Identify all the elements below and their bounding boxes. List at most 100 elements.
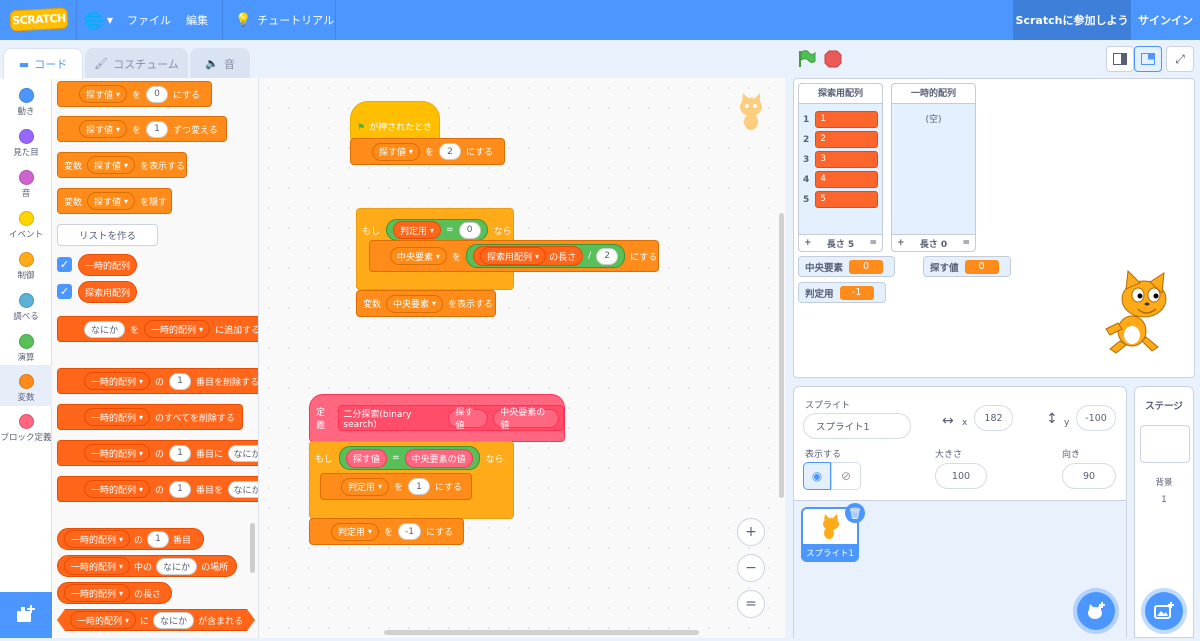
- zoom-in-button[interactable]: +: [737, 518, 765, 546]
- stop-button[interactable]: [824, 50, 842, 68]
- value-input[interactable]: 1: [169, 480, 192, 498]
- join-scratch-button[interactable]: Scratchに参加しよう: [1013, 0, 1131, 40]
- delete-all-block[interactable]: 一時的配列のすべてを削除する: [57, 404, 243, 430]
- tab-costumes[interactable]: 🖌 コスチューム: [85, 48, 188, 78]
- variable-dropdown[interactable]: 探す値: [87, 192, 136, 210]
- list-cell[interactable]: 5: [815, 191, 879, 208]
- value-input[interactable]: 2: [439, 143, 462, 160]
- item-of-list-reporter[interactable]: 一時的配列の1番目: [57, 528, 204, 550]
- category-sound[interactable]: 音: [0, 164, 52, 204]
- value-input[interactable]: なにか: [156, 557, 198, 575]
- value-input[interactable]: なにか: [228, 444, 258, 462]
- list-dropdown[interactable]: 一時的配列: [84, 444, 151, 462]
- value-input[interactable]: 1: [147, 530, 170, 548]
- tab-sounds[interactable]: 🔈 音: [190, 48, 250, 78]
- list-cell[interactable]: 1: [815, 111, 879, 128]
- tutorials-menu[interactable]: 💡 チュートリアル: [235, 0, 334, 40]
- variable-dropdown[interactable]: 探す値: [79, 120, 128, 138]
- list-dropdown[interactable]: 探索用配列: [480, 247, 547, 265]
- define-block[interactable]: 定義 二分探索(binary search) 探す値 中央要素の値: [309, 394, 565, 442]
- category-sensing[interactable]: 調べる: [0, 287, 52, 327]
- value-input[interactable]: 1: [169, 372, 192, 390]
- list-dropdown[interactable]: 一時的配列: [84, 408, 151, 426]
- list-cell[interactable]: 4: [815, 171, 879, 188]
- variable-reporter[interactable]: 判定用: [393, 221, 442, 239]
- list-checkbox[interactable]: ✓: [57, 284, 72, 299]
- variable-dropdown[interactable]: 中央要素: [386, 294, 444, 313]
- value-input[interactable]: 0: [146, 85, 169, 103]
- zoom-reset-button[interactable]: =: [737, 590, 765, 618]
- set-variable-block[interactable]: 探す値を2 にする: [350, 138, 505, 165]
- argument-reporter[interactable]: 中央要素の値: [493, 408, 559, 431]
- fullscreen-button[interactable]: ⤢: [1166, 46, 1194, 72]
- stage-target-pane[interactable]: ステージ 背景 1: [1134, 386, 1194, 638]
- set-variable-block[interactable]: 判定用を1 にする: [320, 473, 472, 500]
- stage[interactable]: 探索用配列 11 22 33 44 55 + 長さ 5 = 一時的配列 (空) + 長…: [793, 78, 1195, 378]
- show-sprite-button[interactable]: ◉: [803, 462, 831, 490]
- set-variable-block[interactable]: 探す値を0 にする: [57, 81, 212, 107]
- variable-dropdown[interactable]: 判定用: [341, 477, 390, 496]
- equals-operator[interactable]: 探す値 = 中央要素の値: [339, 446, 480, 470]
- direction-input[interactable]: 90: [1062, 463, 1116, 489]
- variable-monitor[interactable]: 判定用 -1: [798, 282, 886, 303]
- list-reporter[interactable]: 一時的配列: [78, 254, 138, 276]
- value-input[interactable]: 1: [146, 120, 169, 138]
- size-input[interactable]: 100: [935, 463, 987, 489]
- variable-dropdown[interactable]: 判定用: [331, 522, 380, 541]
- list-dropdown[interactable]: 一時的配列: [70, 611, 136, 629]
- value-input[interactable]: 2: [596, 247, 619, 265]
- category-events[interactable]: イベント: [0, 205, 52, 245]
- edit-menu[interactable]: 編集: [186, 0, 208, 40]
- green-flag-button[interactable]: [797, 50, 817, 68]
- insert-item-block[interactable]: 一時的配列の1 番目になにか: [57, 440, 258, 466]
- sprite-name-input[interactable]: スプライト1: [803, 413, 911, 439]
- change-variable-block[interactable]: 探す値を1 ずつ変える: [57, 116, 227, 142]
- stage-thumbnail[interactable]: [1140, 425, 1190, 463]
- language-menu[interactable]: 🌐 ▼: [84, 0, 113, 40]
- argument-reporter[interactable]: 中央要素の値: [404, 448, 473, 468]
- list-cell[interactable]: 2: [815, 131, 879, 148]
- list-contains-reporter[interactable]: 一時的配列になにかが含まれる: [57, 609, 255, 631]
- show-variable-block[interactable]: 変数探す値を表示する: [57, 152, 187, 178]
- value-input[interactable]: -1: [398, 523, 422, 540]
- workspace-horizontal-scrollbar[interactable]: [384, 630, 699, 635]
- category-motion[interactable]: 動き: [0, 82, 52, 122]
- file-menu[interactable]: ファイル: [127, 0, 171, 40]
- add-item-button[interactable]: +: [804, 238, 812, 248]
- argument-reporter[interactable]: 探す値: [448, 408, 489, 431]
- custom-block-prototype[interactable]: 二分探索(binary search) 探す値 中央要素の値: [338, 405, 564, 431]
- category-control[interactable]: 制御: [0, 246, 52, 286]
- variable-dropdown[interactable]: 探す値: [79, 85, 128, 103]
- set-variable-block[interactable]: 判定用を -1 にする: [309, 518, 464, 545]
- make-list-button[interactable]: リストを作る: [57, 224, 158, 246]
- x-input[interactable]: 182: [974, 405, 1013, 431]
- list-dropdown[interactable]: 一時的配列: [64, 530, 131, 548]
- divide-operator[interactable]: 探索用配列の長さ / 2: [466, 244, 626, 268]
- palette-scrollbar[interactable]: [250, 523, 255, 573]
- list-dropdown[interactable]: 一時的配列: [84, 480, 151, 498]
- variable-dropdown[interactable]: 探す値: [372, 142, 421, 161]
- small-stage-button[interactable]: [1106, 46, 1134, 72]
- replace-item-block[interactable]: 一時的配列の1 番目をなにか: [57, 476, 258, 502]
- scratch-logo[interactable]: SCRATCH: [9, 7, 69, 32]
- show-variable-block[interactable]: 変数中央要素を表示する: [356, 290, 496, 317]
- tab-code[interactable]: ▬ コード: [3, 48, 83, 79]
- normal-stage-button[interactable]: [1134, 46, 1162, 72]
- sign-in-button[interactable]: サインイン: [1131, 0, 1200, 40]
- index-of-item-reporter[interactable]: 一時的配列中のなにかの場所: [57, 555, 237, 577]
- argument-reporter[interactable]: 探す値: [346, 448, 388, 468]
- value-input[interactable]: 1: [408, 478, 431, 495]
- category-my-blocks[interactable]: ブロック定義: [0, 408, 52, 454]
- list-reporter[interactable]: 探索用配列: [78, 281, 138, 303]
- hide-sprite-button[interactable]: ⊘: [831, 462, 861, 490]
- variable-dropdown[interactable]: 中央要素: [390, 247, 448, 265]
- list-dropdown[interactable]: 一時的配列: [84, 372, 151, 390]
- resize-handle[interactable]: =: [962, 238, 970, 248]
- list-cell[interactable]: 3: [815, 151, 879, 168]
- delete-sprite-button[interactable]: 🗑: [845, 503, 865, 523]
- length-of-list-reporter[interactable]: 一時的配列の長さ: [57, 582, 172, 604]
- value-input[interactable]: なにか: [84, 320, 126, 338]
- delete-item-block[interactable]: 一時的配列の1 番目を削除する: [57, 368, 258, 394]
- value-input[interactable]: なにか: [153, 612, 194, 629]
- workspace-vertical-scrollbar[interactable]: [779, 213, 784, 498]
